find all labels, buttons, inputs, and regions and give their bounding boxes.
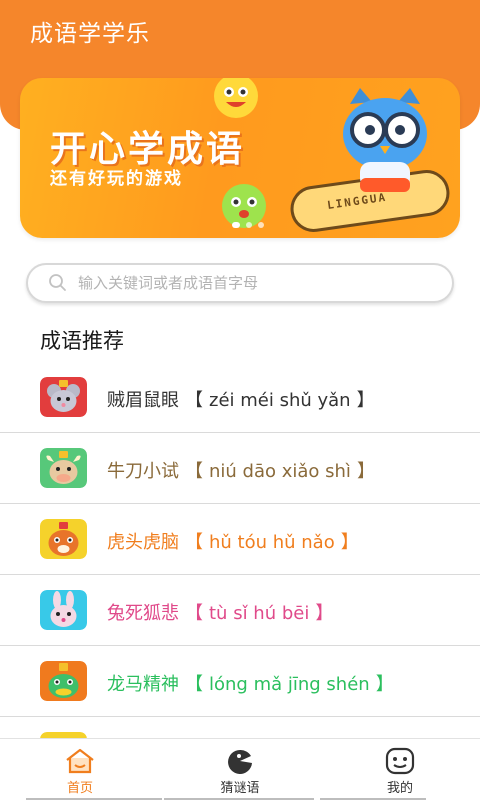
bracket-close: 】	[340, 532, 359, 553]
bracket-open: 【	[185, 603, 203, 624]
idiom-row-text: 兔死狐悲【 tù sǐ hú bēi】	[107, 599, 339, 625]
idiom-list: 贼眉鼠眼【zéi méi shǔ yǎn】 牛刀小试【niú dāo xiǎo …	[0, 362, 480, 788]
search-bar[interactable]	[26, 263, 454, 303]
list-item[interactable]: 牛刀小试【 niú dāo xiǎo shì】	[0, 433, 480, 504]
banner-dot	[258, 222, 264, 228]
idiom-text: 虎头虎脑	[107, 532, 179, 553]
tab-bar: 首页 猜谜语 我的	[0, 738, 480, 800]
bracket-open: 【	[185, 390, 203, 411]
banner[interactable]: LINGGUA 开心学成语 还有好玩的游戏	[20, 78, 460, 238]
idiom-pinyin: hǔ tóu hǔ nǎo	[209, 532, 335, 553]
list-item[interactable]: 龙马精神【 lóng mǎ jīng shén】	[0, 646, 480, 717]
owl-mascot-icon	[343, 88, 427, 192]
smiley-emoji-icon	[214, 78, 258, 118]
app-screen: 成语学学乐 LINGGUA 开心学成语 还有好玩的游戏 输入关键词或者成语首字母…	[0, 0, 480, 800]
search-input[interactable]	[78, 274, 438, 292]
idiom-text: 龙马精神	[107, 674, 179, 695]
bracket-open: 【	[185, 674, 203, 695]
idiom-text: 牛刀小试	[107, 461, 179, 482]
app-title: 成语学学乐	[30, 21, 150, 47]
banner-dot-active	[232, 222, 240, 228]
bracket-close: 】	[315, 603, 334, 624]
tab-profile[interactable]: 我的	[320, 739, 480, 800]
idiom-text: 兔死狐悲	[107, 603, 179, 624]
idiom-pinyin: niú dāo xiǎo shì	[209, 461, 351, 482]
list-item[interactable]: 虎头虎脑【 hǔ tóu hǔ nǎo】	[0, 504, 480, 575]
idiom-row-text: 虎头虎脑【 hǔ tóu hǔ nǎo】	[107, 528, 365, 554]
profile-icon	[385, 747, 415, 775]
tiger-icon	[40, 519, 87, 559]
tab-riddle-label: 猜谜语	[220, 781, 260, 796]
idiom-row-text: 牛刀小试【 niú dāo xiǎo shì】	[107, 457, 381, 483]
tab-riddle[interactable]: 猜谜语	[160, 739, 320, 800]
bracket-open: 【	[185, 461, 203, 482]
bracket-open: 【	[185, 532, 203, 553]
list-item[interactable]: 兔死狐悲【 tù sǐ hú bēi】	[0, 575, 480, 646]
rabbit-icon	[40, 590, 87, 630]
bracket-close: 】	[356, 461, 375, 482]
tab-profile-label: 我的	[386, 781, 413, 796]
bracket-close: 】	[375, 674, 394, 695]
ox-icon	[40, 448, 87, 488]
mouse-icon	[40, 377, 87, 417]
bracket-close: 】	[356, 390, 375, 411]
tab-home-label: 首页	[66, 781, 93, 796]
home-icon	[66, 748, 94, 774]
list-item[interactable]: 贼眉鼠眼【 zéi méi shǔ yǎn】	[0, 362, 480, 433]
idiom-row-text: 贼眉鼠眼【 zéi méi shǔ yǎn】	[107, 386, 381, 412]
riddle-icon	[228, 749, 252, 774]
idiom-pinyin: tù sǐ hú bēi	[209, 603, 310, 624]
idiom-pinyin: lóng mǎ jīng shén	[209, 674, 370, 695]
tab-home[interactable]: 首页	[0, 739, 162, 800]
banner-subline: 还有好玩的游戏	[50, 169, 183, 189]
section-title: 成语推荐	[40, 329, 124, 353]
banner-indicator	[232, 222, 264, 228]
idiom-pinyin: zéi méi shǔ yǎn	[209, 390, 351, 411]
search-icon	[49, 274, 66, 291]
banner-dot	[246, 222, 252, 228]
dragon-icon	[40, 661, 87, 701]
idiom-text: 贼眉鼠眼	[107, 390, 179, 411]
idiom-row-text: 龙马精神【 lóng mǎ jīng shén】	[107, 670, 400, 696]
